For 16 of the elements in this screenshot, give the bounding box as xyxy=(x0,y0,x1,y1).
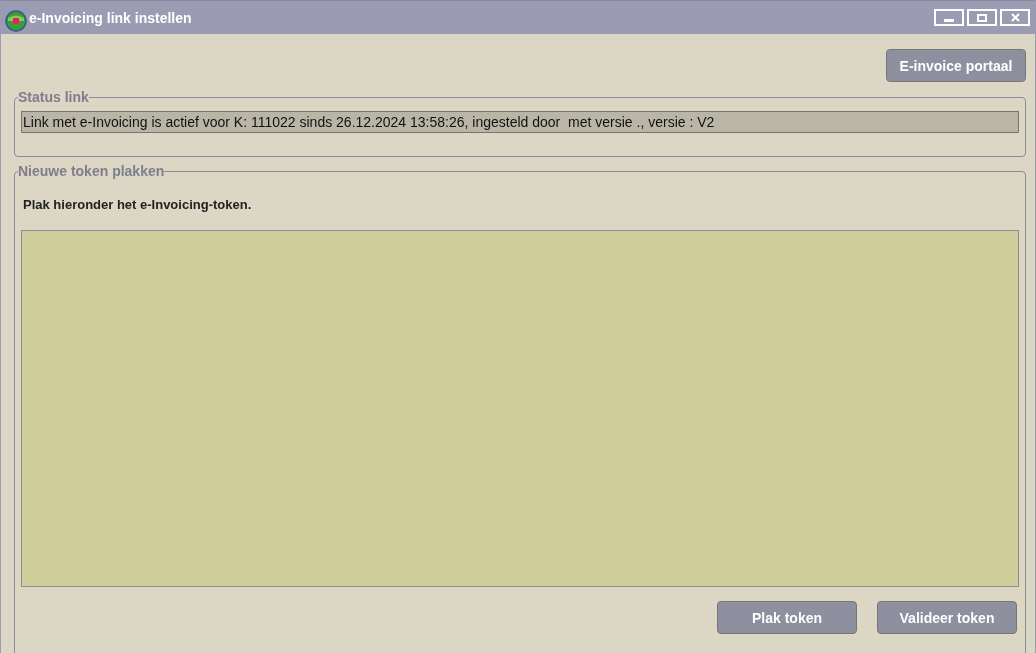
maximize-icon xyxy=(977,13,987,22)
group-legend: Nieuwe token plakken xyxy=(18,163,165,179)
group-legend: Status link xyxy=(18,89,89,105)
maximize-button[interactable] xyxy=(967,9,997,26)
action-button[interactable]: Plak token xyxy=(717,601,857,634)
globe-icon xyxy=(5,9,27,32)
minimize-button[interactable] xyxy=(934,9,964,26)
close-button[interactable] xyxy=(1000,9,1030,26)
status-field: Link met e-Invoicing is actief voor K: 111022 sinds 26.12.2024 13:58:26, ingesteld door met versie ., versie : V2 xyxy=(21,111,1019,133)
portal-button[interactable]: E-invoice portaal xyxy=(886,49,1026,82)
minimize-icon xyxy=(944,19,954,22)
action-button[interactable]: Valideer token xyxy=(877,601,1017,634)
close-icon xyxy=(1010,13,1020,22)
window-title: e-Invoicing link instellen xyxy=(29,9,192,26)
instruction-text: Plak hieronder het e-Invoicing-token. xyxy=(23,197,253,212)
token-input-field[interactable] xyxy=(21,230,1019,587)
